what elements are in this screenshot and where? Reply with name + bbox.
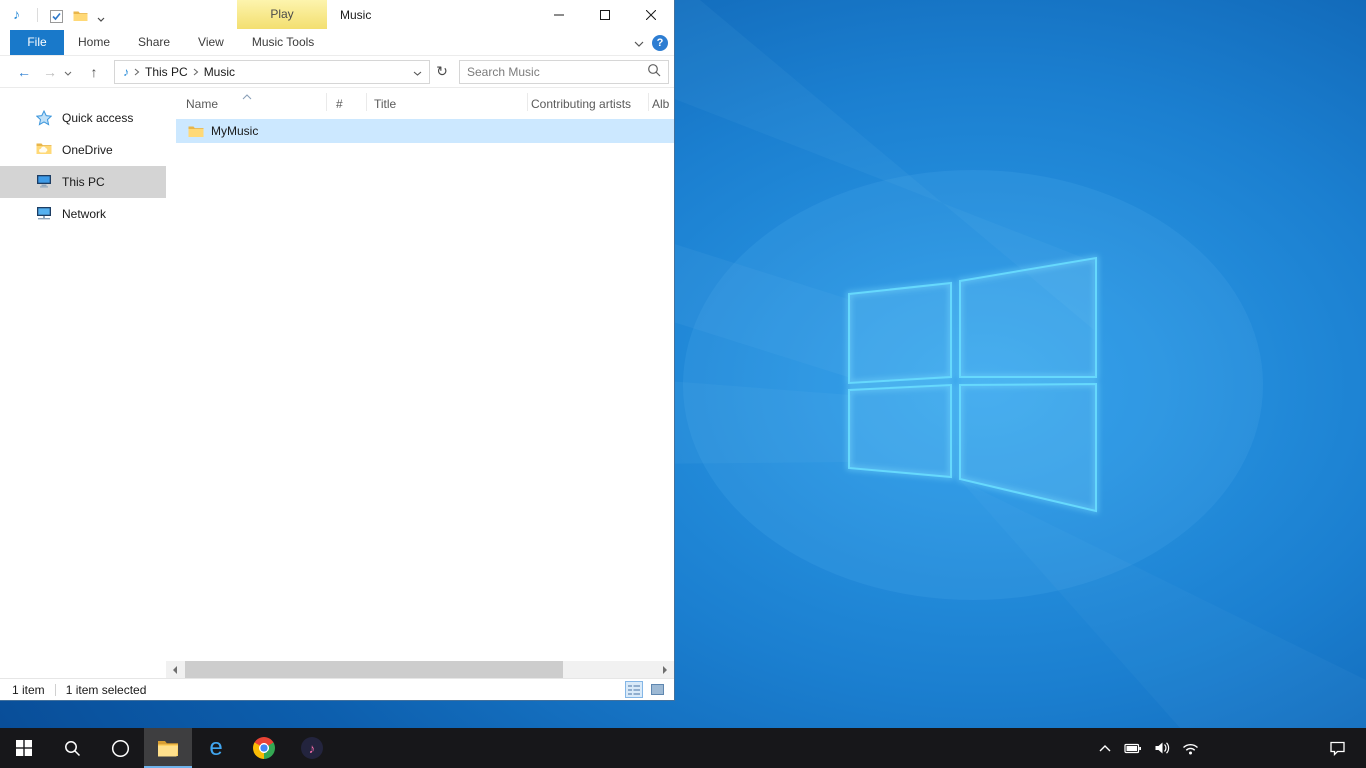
- scroll-left-arrow[interactable]: [166, 661, 183, 678]
- window-music-icon: ♪: [13, 6, 20, 22]
- search-box: [459, 60, 669, 84]
- titlebar: ♪ Play Music: [0, 0, 674, 30]
- minimize-button[interactable]: [536, 0, 582, 30]
- taskbar-chrome[interactable]: [240, 728, 288, 768]
- breadcrumb-music[interactable]: Music: [199, 61, 240, 83]
- column-separator: [326, 93, 327, 111]
- new-folder-qat-icon[interactable]: [72, 8, 88, 24]
- file-list: Name # Title Contributing artists Alb My…: [166, 88, 674, 661]
- forward-button[interactable]: →: [40, 64, 60, 80]
- status-bar: 1 item 1 item selected: [0, 678, 674, 700]
- sidebar-item-quick-access[interactable]: Quick access: [0, 102, 166, 134]
- navigation-pane: Quick access OneDrive This PC Network: [0, 88, 166, 661]
- search-icon[interactable]: [647, 63, 661, 80]
- battery-icon[interactable]: [1124, 741, 1142, 755]
- sidebar-item-label: OneDrive: [62, 143, 113, 157]
- tab-view[interactable]: View: [184, 30, 238, 55]
- help-button[interactable]: ?: [652, 35, 668, 51]
- tab-file[interactable]: File: [10, 30, 64, 55]
- navigation-bar: ← → ↑ ♪ This PC Music ↻: [0, 56, 674, 88]
- window-title: Music: [340, 0, 371, 30]
- ribbon-tab-bar: File Home Share View Music Tools ?: [0, 30, 674, 56]
- properties-qat-icon[interactable]: [48, 8, 64, 24]
- column-header-name[interactable]: Name: [186, 97, 218, 111]
- taskbar-itunes[interactable]: ♪: [288, 728, 336, 768]
- selection-count: 1 item selected: [66, 683, 147, 697]
- scroll-right-arrow[interactable]: [657, 661, 674, 678]
- address-music-icon: ♪: [123, 65, 129, 79]
- column-header-contributing-artists[interactable]: Contributing artists: [531, 97, 631, 111]
- sidebar-item-onedrive[interactable]: OneDrive: [0, 134, 166, 166]
- sidebar-item-network[interactable]: Network: [0, 198, 166, 230]
- system-tray: [1086, 728, 1366, 768]
- titlebar-separator: [37, 8, 38, 22]
- maximize-button[interactable]: [582, 0, 628, 30]
- view-toggles: [625, 681, 666, 698]
- details-view-button[interactable]: [625, 681, 643, 698]
- music-tools-play-group[interactable]: Play: [237, 0, 327, 29]
- qat-customize-chevron-icon[interactable]: [93, 11, 109, 27]
- taskbar-internet-explorer[interactable]: e: [192, 728, 240, 768]
- chrome-icon: [253, 737, 275, 759]
- breadcrumb-this-pc[interactable]: This PC: [140, 61, 193, 83]
- tab-share[interactable]: Share: [124, 30, 184, 55]
- cortana-button[interactable]: [96, 728, 144, 768]
- onedrive-folder-icon: [36, 142, 53, 158]
- back-button[interactable]: ←: [14, 64, 34, 80]
- folder-icon: [188, 125, 204, 138]
- column-header-title[interactable]: Title: [374, 97, 396, 111]
- sidebar-item-label: Network: [62, 207, 106, 221]
- star-icon: [36, 110, 53, 126]
- horizontal-scrollbar[interactable]: [166, 661, 674, 678]
- column-separator: [366, 93, 367, 111]
- large-thumbnails-view-button[interactable]: [648, 681, 666, 698]
- sort-ascending-icon: [242, 89, 252, 103]
- expand-ribbon-chevron-icon[interactable]: [634, 36, 644, 50]
- recent-locations-chevron-icon[interactable]: [64, 65, 76, 79]
- column-header-album[interactable]: Alb: [652, 97, 669, 111]
- taskbar-search-button[interactable]: [48, 728, 96, 768]
- show-hidden-icons-chevron-icon[interactable]: [1098, 744, 1112, 752]
- tab-music-tools[interactable]: Music Tools: [238, 30, 328, 55]
- close-button[interactable]: [628, 0, 674, 30]
- computer-icon: [36, 174, 53, 190]
- column-separator: [648, 93, 649, 111]
- address-bar[interactable]: ♪ This PC Music: [114, 60, 430, 84]
- refresh-button[interactable]: ↻: [433, 63, 451, 80]
- start-button[interactable]: [0, 728, 48, 768]
- main-area: Quick access OneDrive This PC Network: [0, 88, 674, 661]
- window-controls: [536, 0, 674, 30]
- item-count: 1 item: [12, 683, 45, 697]
- sidebar-item-this-pc[interactable]: This PC: [0, 166, 166, 198]
- column-separator: [527, 93, 528, 111]
- file-name: MyMusic: [211, 124, 258, 138]
- tab-home[interactable]: Home: [64, 30, 124, 55]
- taskbar: e ♪: [0, 728, 1366, 768]
- sidebar-item-label: This PC: [62, 175, 105, 189]
- action-center-icon[interactable]: [1329, 740, 1346, 756]
- scrollbar-thumb[interactable]: [185, 661, 563, 678]
- volume-icon[interactable]: [1154, 741, 1170, 755]
- file-explorer-window: ♪ Play Music File Home Share Vi: [0, 0, 675, 701]
- network-icon: [36, 206, 53, 222]
- network-wifi-icon[interactable]: [1182, 742, 1199, 755]
- itunes-icon: ♪: [301, 737, 323, 759]
- sidebar-item-label: Quick access: [62, 111, 133, 125]
- internet-explorer-icon: e: [209, 736, 222, 760]
- address-dropdown-chevron-icon[interactable]: [406, 65, 429, 79]
- up-button[interactable]: ↑: [84, 64, 104, 80]
- file-row-mymusic[interactable]: MyMusic: [176, 119, 674, 143]
- column-header-row: Name # Title Contributing artists Alb: [166, 88, 674, 115]
- taskbar-file-explorer[interactable]: [144, 728, 192, 768]
- status-separator: [55, 684, 56, 696]
- search-input[interactable]: [467, 65, 647, 79]
- column-header-number[interactable]: #: [336, 97, 343, 111]
